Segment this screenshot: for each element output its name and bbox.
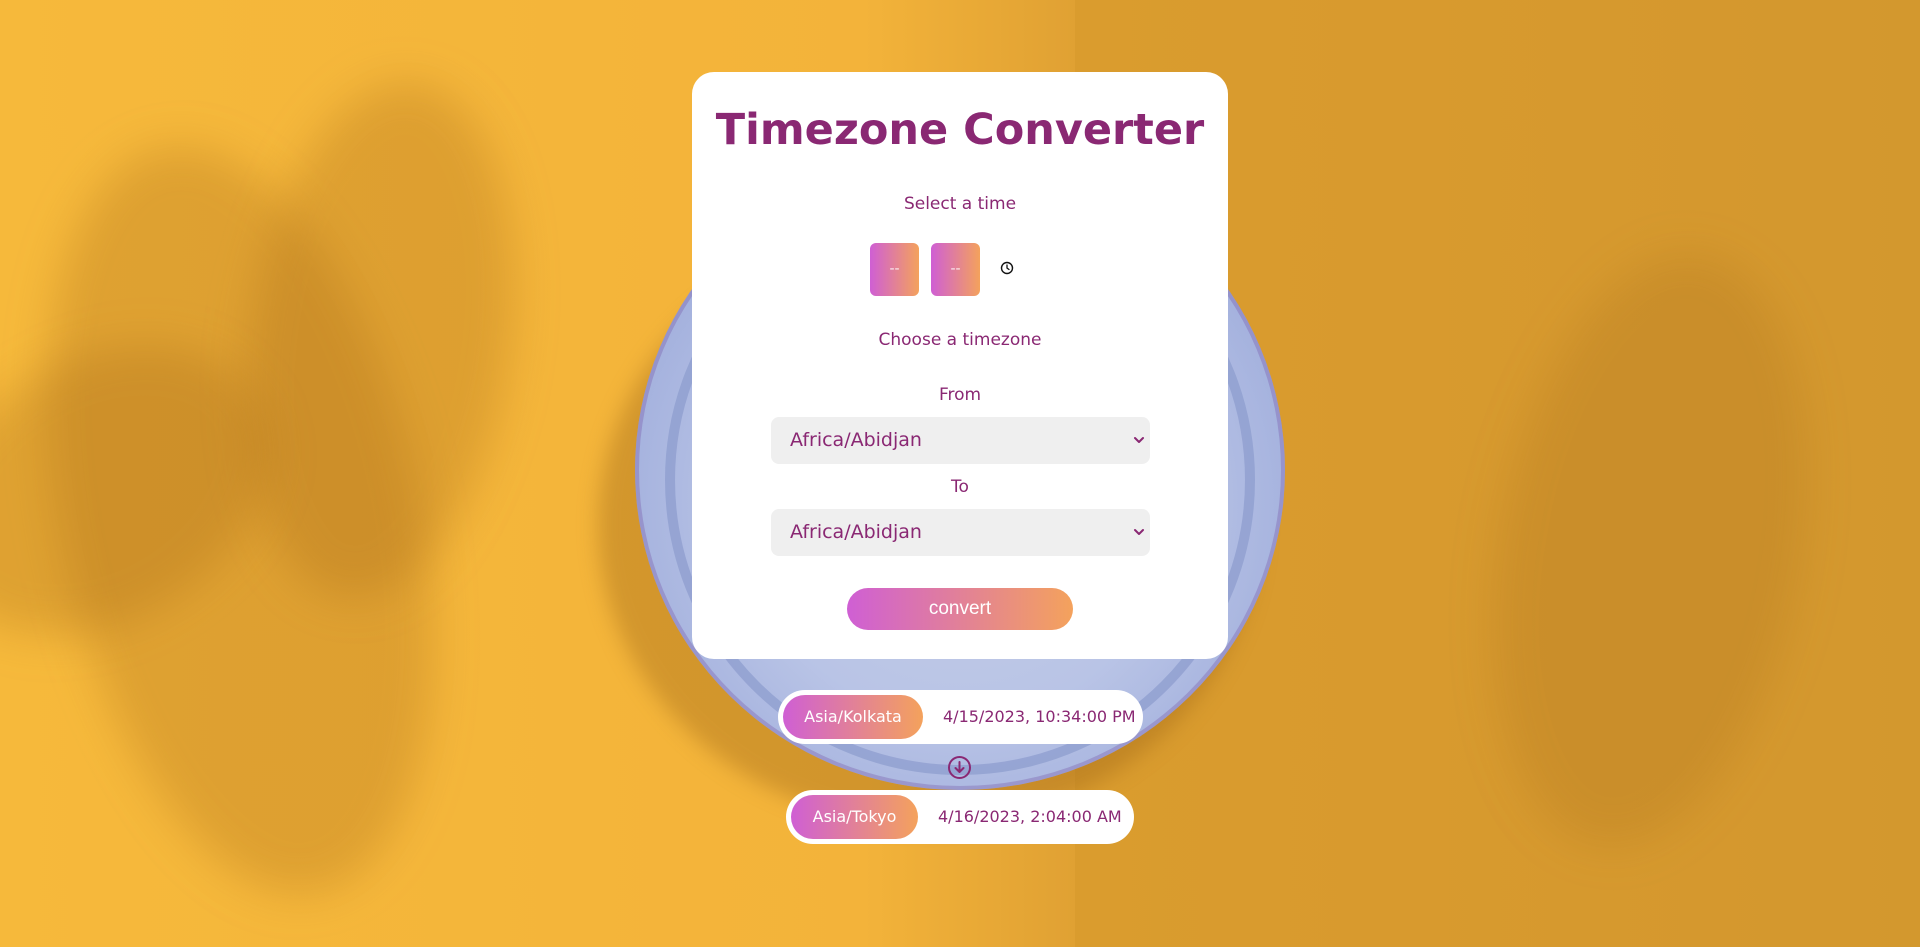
clock-icon[interactable] (1000, 261, 1014, 275)
choose-timezone-label: Choose a timezone (878, 330, 1042, 350)
select-time-label: Select a time (903, 194, 1017, 214)
from-label: From (938, 385, 982, 405)
convert-button[interactable]: convert (847, 588, 1073, 630)
target-result: Asia/Tokyo 4/16/2023, 2:04:00 AM (786, 790, 1134, 844)
source-datetime: 4/15/2023, 10:34:00 PM (943, 707, 1136, 726)
to-timezone-select[interactable]: Africa/Abidjan (771, 509, 1150, 556)
chevron-down-icon (1134, 437, 1144, 443)
arrow-down-circle-icon (948, 756, 971, 779)
to-label: To (951, 477, 969, 497)
converter-card (692, 72, 1228, 659)
minute-input[interactable]: -- (931, 243, 980, 296)
target-timezone-badge: Asia/Tokyo (791, 795, 918, 839)
target-datetime: 4/16/2023, 2:04:00 AM (938, 807, 1122, 826)
to-timezone-value: Africa/Abidjan (790, 521, 922, 543)
from-timezone-select[interactable]: Africa/Abidjan (771, 417, 1150, 464)
source-result: Asia/Kolkata 4/15/2023, 10:34:00 PM (778, 690, 1143, 744)
from-timezone-value: Africa/Abidjan (790, 429, 922, 451)
hour-input[interactable]: -- (870, 243, 919, 296)
chevron-down-icon (1134, 529, 1144, 535)
page-title: Timezone Converter (715, 105, 1205, 155)
source-timezone-badge: Asia/Kolkata (783, 695, 923, 739)
